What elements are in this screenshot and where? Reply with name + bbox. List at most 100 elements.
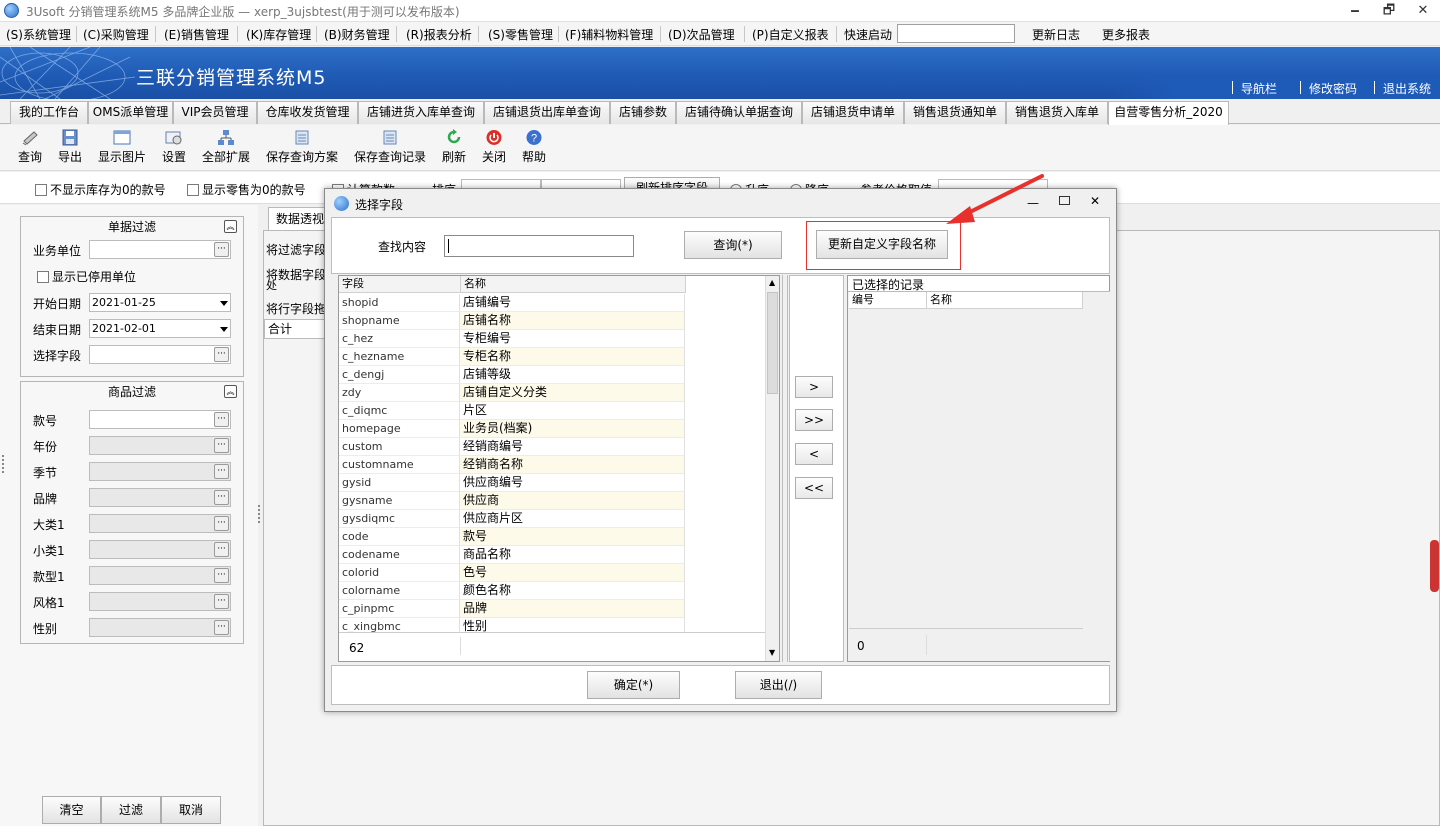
expand-all-button[interactable]: 全部扩展 xyxy=(198,129,254,165)
ellipsis-icon[interactable]: ··· xyxy=(214,242,229,257)
cancel-button[interactable]: 取消 xyxy=(161,796,221,824)
ellipsis-icon[interactable]: ··· xyxy=(214,347,229,362)
collapse-up-icon[interactable]: ︽ xyxy=(224,220,237,233)
chevron-down-icon[interactable] xyxy=(220,327,228,332)
ellipsis-icon[interactable]: ··· xyxy=(214,516,229,531)
table-row[interactable]: shopname 店铺名称 xyxy=(339,312,685,330)
refresh-button[interactable]: 刷新 xyxy=(438,129,470,165)
search-input[interactable] xyxy=(444,235,634,257)
update-custom-field-names-button[interactable]: 更新自定义字段名称 xyxy=(816,230,948,259)
move-right-button[interactable]: > xyxy=(795,376,833,398)
close-button[interactable]: 关闭 xyxy=(478,129,510,165)
table-row[interactable]: c_hez 专柜编号 xyxy=(339,330,685,348)
tab-pivot[interactable]: 数据透视 xyxy=(268,207,332,230)
tab-shop-params[interactable]: 店铺参数 xyxy=(610,101,676,124)
table-row[interactable]: c_dengj 店铺等级 xyxy=(339,366,685,384)
query-dialog-button[interactable]: 查询(*) xyxy=(684,231,782,259)
ok-button[interactable]: 确定(*) xyxy=(587,671,680,699)
table-row[interactable]: colorname 颜色名称 xyxy=(339,582,685,600)
logout-link[interactable]: 退出系统 xyxy=(1383,80,1431,97)
selected-col-id[interactable]: 编号 xyxy=(849,292,927,309)
table-row[interactable]: gysdiqmc 供应商片区 xyxy=(339,510,685,528)
move-all-left-button[interactable]: << xyxy=(795,477,833,499)
tab-oms[interactable]: OMS派单管理 xyxy=(88,101,173,124)
close-icon[interactable]: ✕ xyxy=(1090,194,1100,208)
ellipsis-icon[interactable]: ··· xyxy=(214,464,229,479)
tab-sales-return-in[interactable]: 销售退货入库单 xyxy=(1006,101,1108,124)
brand-input[interactable]: ··· xyxy=(89,488,231,507)
filter-button[interactable]: 过滤 xyxy=(101,796,161,824)
table-row[interactable]: custom 经销商编号 xyxy=(339,438,685,456)
table-row[interactable]: zdy 店铺自定义分类 xyxy=(339,384,685,402)
tab-vip[interactable]: VIP会员管理 xyxy=(173,101,257,124)
splitter-left[interactable] xyxy=(782,275,788,662)
table-row[interactable]: homepage 业务员(档案) xyxy=(339,420,685,438)
minimize-button[interactable]: 🗕 xyxy=(1340,1,1370,21)
splitter-handle[interactable] xyxy=(258,505,262,523)
quick-launch-input[interactable] xyxy=(897,24,1015,43)
ellipsis-icon[interactable]: ··· xyxy=(214,620,229,635)
ellipsis-icon[interactable]: ··· xyxy=(214,542,229,557)
export-button[interactable]: 导出 xyxy=(52,129,88,165)
tab-shop-pending[interactable]: 店铺待确认单据查询 xyxy=(676,101,802,124)
col-header-field[interactable]: 字段 xyxy=(339,276,461,293)
show-zero-retail-checkbox[interactable]: 显示零售为0的款号 xyxy=(187,181,306,198)
subcategory1-input[interactable]: ··· xyxy=(89,540,231,559)
table-row[interactable]: code 款号 xyxy=(339,528,685,546)
style1-input[interactable]: ··· xyxy=(89,592,231,611)
save-query-record-button[interactable]: 保存查询记录 xyxy=(351,129,429,165)
biz-unit-input[interactable]: ··· xyxy=(89,240,231,259)
restore-button[interactable]: 🗗 xyxy=(1374,1,1404,21)
season-input[interactable]: ··· xyxy=(89,462,231,481)
clear-button[interactable]: 清空 xyxy=(42,796,101,824)
category1-input[interactable]: ··· xyxy=(89,514,231,533)
more-reports-link[interactable]: 更多报表 xyxy=(1102,26,1150,43)
tab-workbench[interactable]: 我的工作台 xyxy=(10,101,88,124)
year-input[interactable]: ··· xyxy=(89,436,231,455)
table-row[interactable]: shopid 店铺编号 xyxy=(339,294,685,312)
menu-finance[interactable]: (B)财务管理 xyxy=(324,26,390,43)
table-row[interactable]: gysid 供应商编号 xyxy=(339,474,685,492)
gender-input[interactable]: ··· xyxy=(89,618,231,637)
close-window-button[interactable]: ✕ xyxy=(1408,1,1438,21)
tab-shop-inbound[interactable]: 店铺进货入库单查询 xyxy=(358,101,484,124)
table-row[interactable]: colorid 色号 xyxy=(339,564,685,582)
change-password-link[interactable]: 修改密码 xyxy=(1309,80,1357,97)
menu-sales[interactable]: (E)销售管理 xyxy=(164,26,229,43)
table-row[interactable]: codename 商品名称 xyxy=(339,546,685,564)
ellipsis-icon[interactable]: ··· xyxy=(214,438,229,453)
table-row[interactable]: c_xingbmc 性别 xyxy=(339,618,685,632)
update-log-link[interactable]: 更新日志 xyxy=(1032,26,1080,43)
menu-system[interactable]: (S)系统管理 xyxy=(6,26,71,43)
table-row[interactable]: c_hezname 专柜名称 xyxy=(339,348,685,366)
style-no-input[interactable]: ··· xyxy=(89,410,231,429)
ellipsis-icon[interactable]: ··· xyxy=(214,490,229,505)
scroll-up-icon[interactable]: ▲ xyxy=(769,278,775,287)
ellipsis-icon[interactable]: ··· xyxy=(214,412,229,427)
selected-col-name[interactable]: 名称 xyxy=(927,292,1083,309)
menu-custom-reports[interactable]: (P)自定义报表 xyxy=(752,26,829,43)
menu-inventory[interactable]: (K)库存管理 xyxy=(246,26,311,43)
start-date-input[interactable]: 2021-01-25 xyxy=(89,293,231,312)
scroll-thumb[interactable] xyxy=(767,292,778,394)
table-row[interactable]: customname 经销商名称 xyxy=(339,456,685,474)
ellipsis-icon[interactable]: ··· xyxy=(214,568,229,583)
menu-materials[interactable]: (F)辅料物料管理 xyxy=(565,26,653,43)
col-header-name[interactable]: 名称 xyxy=(461,276,686,293)
table-row[interactable]: c_pinpmc 品牌 xyxy=(339,600,685,618)
move-all-right-button[interactable]: >> xyxy=(795,409,833,431)
ellipsis-icon[interactable]: ··· xyxy=(214,594,229,609)
move-left-button[interactable]: < xyxy=(795,443,833,465)
table-row[interactable]: gysname 供应商 xyxy=(339,492,685,510)
maximize-icon[interactable] xyxy=(1059,196,1070,205)
hide-zero-stock-checkbox[interactable]: 不显示库存为0的款号 xyxy=(35,181,166,198)
nav-bar-link[interactable]: 导航栏 xyxy=(1241,80,1277,97)
shape1-input[interactable]: ··· xyxy=(89,566,231,585)
tab-retail-analysis[interactable]: 自营零售分析_2020 xyxy=(1108,101,1229,125)
save-query-plan-button[interactable]: 保存查询方案 xyxy=(263,129,341,165)
select-field-input[interactable]: ··· xyxy=(89,345,231,364)
menu-reports[interactable]: (R)报表分析 xyxy=(406,26,472,43)
menu-retail[interactable]: (S)零售管理 xyxy=(488,26,553,43)
show-image-button[interactable]: 显示图片 xyxy=(94,129,150,165)
scroll-down-icon[interactable]: ▼ xyxy=(769,648,775,657)
